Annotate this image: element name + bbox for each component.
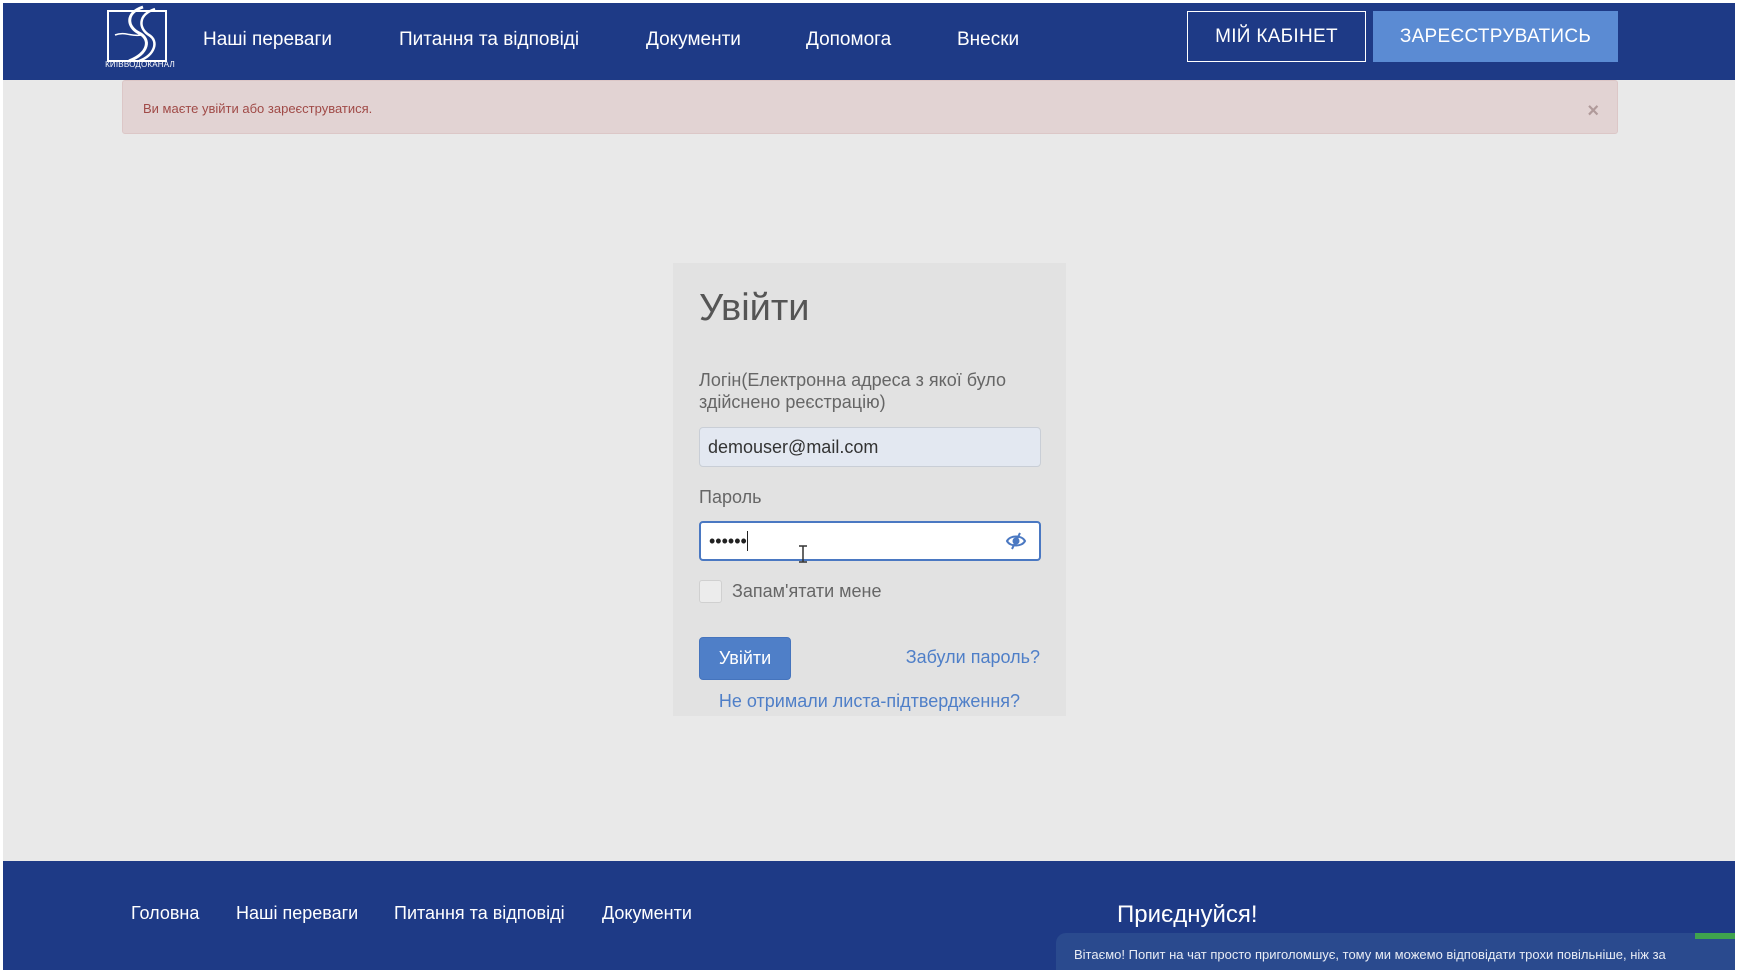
nav-documents[interactable]: Документи [646, 29, 741, 51]
resend-confirmation-link[interactable]: Не отримали листа-підтвердження? [673, 691, 1066, 712]
page: КИЇВВОДОКАНАЛ Наші переваги Питання та в… [3, 3, 1735, 970]
alert-text: Ви маєте увійти або зареєструватися. [143, 101, 373, 116]
top-navigation: КИЇВВОДОКАНАЛ Наші переваги Питання та в… [3, 3, 1735, 80]
register-button[interactable]: ЗАРЕЄСТРУВАТИСЬ [1373, 11, 1618, 62]
remember-me-label[interactable]: Запам'ятати мене [732, 581, 882, 602]
nav-advantages[interactable]: Наші переваги [203, 29, 332, 51]
footer-join-heading: Приєднуйся! [1117, 901, 1258, 928]
footer-link-faq[interactable]: Питання та відповіді [394, 903, 565, 924]
close-icon[interactable]: × [1587, 101, 1599, 121]
login-field-label: Логін(Електронна адреса з якої було здій… [699, 370, 1006, 412]
login-card: Увійти Логін(Електронна адреса з якої бу… [673, 263, 1066, 716]
login-submit-button[interactable]: Увійти [699, 637, 791, 680]
text-cursor-icon [798, 545, 808, 563]
password-value: •••••• [709, 531, 747, 551]
my-cabinet-button[interactable]: МІЙ КАБІНЕТ [1187, 11, 1366, 62]
remember-me-checkbox[interactable] [699, 580, 722, 603]
footer-link-advantages[interactable]: Наші переваги [236, 903, 358, 924]
show-password-eye-icon[interactable] [1005, 530, 1027, 552]
password-field-label: Пароль [699, 487, 762, 507]
email-field[interactable]: demouser@mail.com [699, 427, 1041, 467]
alert-banner: Ви маєте увійти або зареєструватися. × [122, 80, 1618, 134]
footer-link-documents[interactable]: Документи [602, 903, 692, 924]
text-caret [746, 531, 748, 551]
footer: Головна Наші переваги Питання та відпові… [3, 861, 1735, 970]
chat-message: Вітаємо! Попит на чат просто приголомшує… [1074, 947, 1666, 962]
forgot-password-link[interactable]: Забули пароль? [906, 647, 1040, 668]
logo-text: КИЇВВОДОКАНАЛ [105, 60, 175, 69]
nav-help[interactable]: Допомога [806, 29, 891, 51]
footer-link-home[interactable]: Головна [131, 903, 199, 924]
nav-contributions[interactable]: Внески [957, 29, 1019, 51]
nav-faq[interactable]: Питання та відповіді [399, 29, 579, 51]
login-title: Увійти [699, 287, 810, 329]
chat-widget-bar[interactable]: Вітаємо! Попит на чат просто приголомшує… [1056, 933, 1735, 970]
password-field[interactable]: •••••• [699, 521, 1041, 561]
